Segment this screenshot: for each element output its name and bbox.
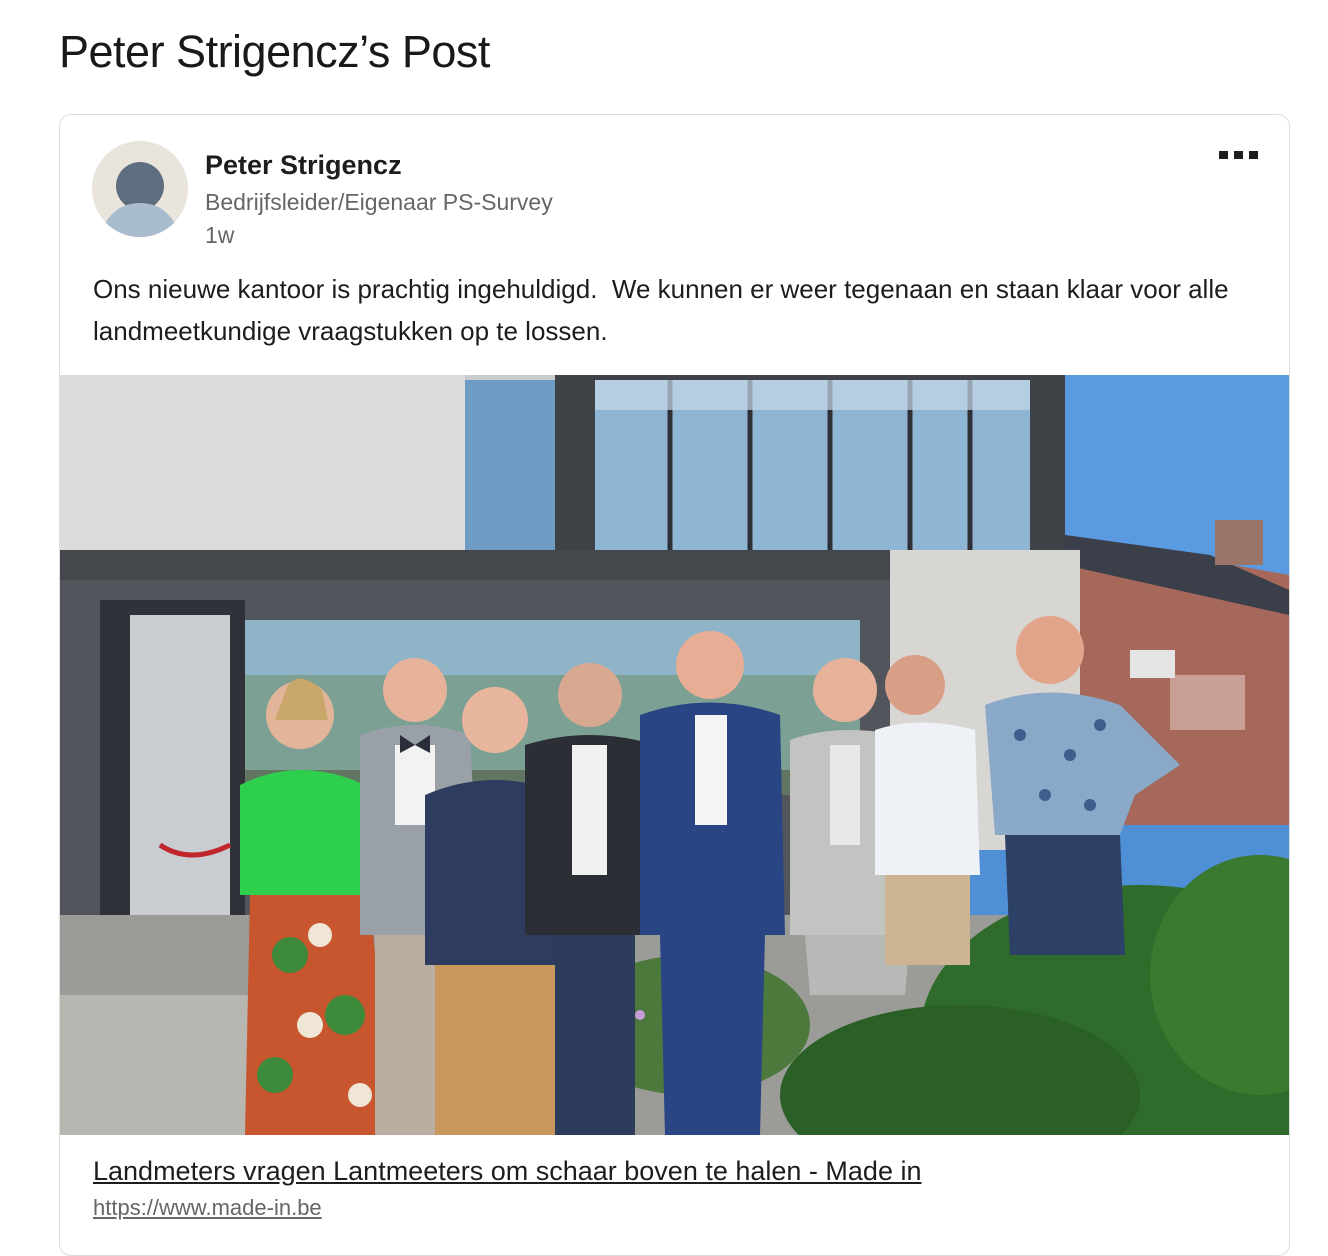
post-card: Peter Strigencz Bedrijfsleider/Eigenaar … xyxy=(59,114,1290,1256)
author-headline: Bedrijfsleider/Eigenaar PS-Survey xyxy=(205,189,553,215)
post-body-text: Ons nieuwe kantoor is prachtig ingehuldi… xyxy=(93,274,1236,346)
post-timestamp: 1w xyxy=(205,222,235,248)
person-placeholder-icon xyxy=(92,141,188,237)
author-avatar[interactable] xyxy=(92,141,188,237)
ellipsis-icon xyxy=(1219,151,1258,159)
link-preview-url[interactable]: https://www.made-in.be xyxy=(93,1195,322,1221)
link-preview-title[interactable]: Landmeters vragen Lantmeeters om schaar … xyxy=(93,1156,921,1187)
group-photo-image xyxy=(60,375,1289,1135)
post-image[interactable] xyxy=(60,375,1289,1135)
page-title: Peter Strigencz’s Post xyxy=(59,26,490,77)
more-options-button[interactable] xyxy=(1217,145,1261,165)
author-name[interactable]: Peter Strigencz xyxy=(205,150,402,181)
